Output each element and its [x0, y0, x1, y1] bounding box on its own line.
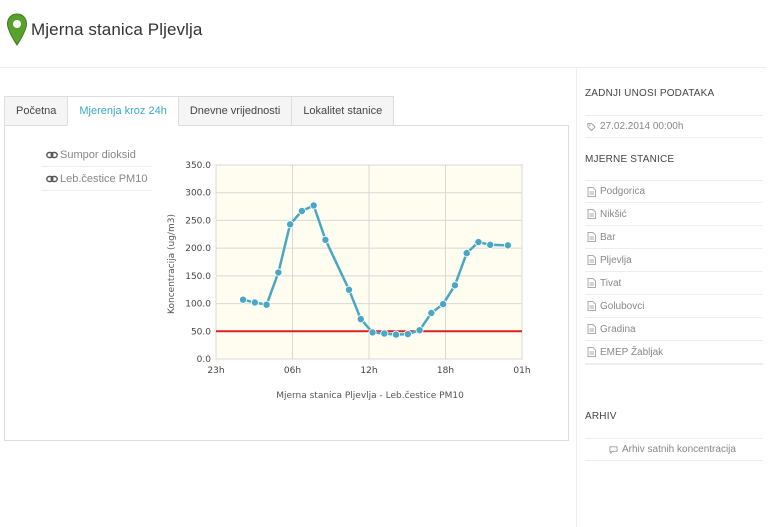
- page-title: Mjerna stanica Pljevlja: [31, 20, 203, 39]
- data-point: [486, 240, 495, 249]
- map-pin-icon: [6, 13, 28, 46]
- data-point: [415, 326, 424, 335]
- y-tick-label: 100.0: [185, 300, 211, 310]
- station-label: Bar: [600, 231, 616, 243]
- x-tick-label: 12h: [360, 366, 377, 376]
- pollutant-link-so2[interactable]: Sumpor dioksid: [42, 143, 152, 167]
- data-point: [262, 300, 271, 309]
- station-label: Golubovci: [600, 300, 645, 312]
- pollutant-link-pm10[interactable]: Leb.čestice PM10: [42, 167, 152, 191]
- x-axis-ticks: 23h 06h 12h 18h 01h: [207, 366, 530, 376]
- page-header: Mjerna stanica Pljevlja: [6, 12, 202, 48]
- x-axis-label: Mjerna stanica Pljevlja - Leb.čestice PM…: [276, 390, 464, 401]
- stations-heading: MJERNE STANICE: [585, 154, 675, 165]
- y-axis-ticks: 0.0 50.0 100.0 150.0 200.0 250.0 300.0 350.0: [185, 161, 211, 365]
- pollutant-label: Leb.čestice PM10: [60, 172, 148, 185]
- data-point: [450, 281, 459, 290]
- station-link-tivat[interactable]: Tivat: [585, 272, 763, 295]
- tab-pocetna[interactable]: Početna: [4, 96, 69, 126]
- station-link-bar[interactable]: Bar: [585, 226, 763, 249]
- data-point: [250, 298, 259, 307]
- data-point: [286, 220, 295, 229]
- pollutant-list: Sumpor dioksid Leb.čestice PM10: [42, 143, 152, 191]
- data-point: [274, 268, 283, 277]
- last-entry-row: 27.02.2014 00:00h: [585, 115, 763, 138]
- station-link-podgorica[interactable]: Podgorica: [585, 180, 763, 203]
- station-label: Podgorica: [600, 186, 646, 197]
- station-label: Pljevlja: [600, 254, 632, 266]
- data-point: [403, 330, 412, 339]
- station-link-golubovci[interactable]: Golubovci: [585, 295, 763, 318]
- y-tick-label: 0.0: [197, 355, 212, 365]
- header-divider: [0, 67, 766, 68]
- data-point: [356, 315, 365, 324]
- tab-mjerenja-24h[interactable]: Mjerenja kroz 24h: [67, 96, 179, 126]
- station-label: Gradina: [600, 323, 636, 335]
- data-point: [392, 330, 401, 339]
- y-tick-label: 50.0: [191, 327, 211, 337]
- document-icon: [587, 255, 596, 265]
- data-point: [462, 249, 471, 258]
- data-point: [239, 295, 248, 304]
- last-entry-datetime: 27.02.2014 00:00h: [600, 121, 684, 132]
- tab-bar: Početna Mjerenja kroz 24h Dnevne vrijedn…: [4, 96, 395, 126]
- station-label: Tivat: [600, 277, 622, 289]
- station-label: Nikšić: [600, 208, 627, 220]
- x-tick-label: 23h: [207, 366, 224, 376]
- data-point: [474, 238, 483, 247]
- station-label: EMEP Žabljak: [600, 346, 664, 358]
- document-icon: [587, 209, 596, 219]
- data-point: [309, 201, 318, 210]
- data-point: [427, 308, 436, 317]
- document-icon: [587, 232, 596, 242]
- data-point: [344, 285, 353, 294]
- link-icon: [46, 175, 58, 182]
- y-tick-label: 250.0: [185, 216, 211, 226]
- station-link-niksic[interactable]: Nikšić: [585, 203, 763, 226]
- archive-heading: ARHIV: [585, 411, 617, 422]
- document-icon: [587, 347, 596, 357]
- archive-link-label: Arhiv satnih koncentracija: [622, 444, 736, 455]
- pollutant-label: Sumpor dioksid: [60, 148, 136, 161]
- data-point: [297, 207, 306, 216]
- x-tick-label: 01h: [513, 366, 530, 376]
- tab-dnevne-vrijednosti[interactable]: Dnevne vrijednosti: [177, 96, 293, 126]
- document-icon: [587, 186, 596, 197]
- archive-link[interactable]: Arhiv satnih koncentracija: [585, 438, 763, 461]
- tab-lokalitet-stanice[interactable]: Lokalitet stanice: [291, 96, 395, 126]
- station-link-gradina[interactable]: Gradina: [585, 318, 763, 341]
- document-icon: [587, 278, 596, 288]
- comment-icon: [609, 445, 618, 454]
- data-point: [439, 300, 448, 309]
- link-icon: [46, 151, 58, 158]
- y-tick-label: 150.0: [185, 272, 211, 282]
- tag-icon: [587, 122, 596, 131]
- x-tick-label: 06h: [284, 366, 301, 376]
- y-tick-label: 200.0: [185, 244, 211, 254]
- y-axis-label: Koncentracija (ug/m3): [167, 214, 177, 314]
- data-point: [380, 329, 389, 338]
- data-point: [368, 328, 377, 337]
- document-icon: [587, 301, 596, 311]
- y-tick-label: 300.0: [185, 189, 211, 199]
- station-link-emep-zabljak[interactable]: EMEP Žabljak: [585, 341, 763, 364]
- data-point: [321, 235, 330, 244]
- data-point: [503, 241, 512, 250]
- last-entries-heading: ZADNJI UNOSI PODATAKA: [585, 88, 715, 99]
- document-icon: [587, 324, 596, 334]
- station-link-pljevlja[interactable]: Pljevlja: [585, 249, 763, 272]
- y-tick-label: 350.0: [185, 161, 211, 171]
- stations-list-end: [585, 364, 763, 365]
- concentration-chart: 0.0 50.0 100.0 150.0 200.0 250.0 300.0 350.0 23…: [167, 161, 531, 401]
- x-tick-label: 18h: [437, 366, 454, 376]
- sidebar-divider: [576, 68, 577, 527]
